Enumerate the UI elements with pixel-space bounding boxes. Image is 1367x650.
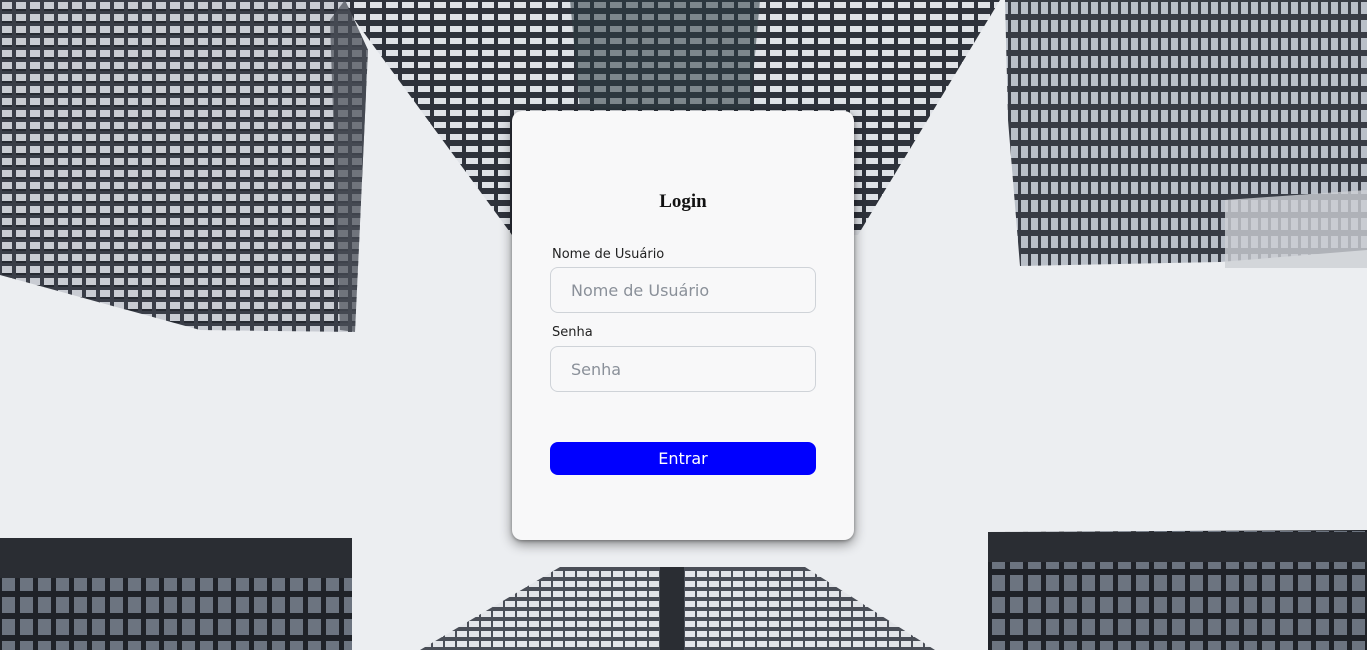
username-input[interactable]: [550, 267, 816, 313]
login-title: Login: [659, 191, 707, 212]
password-input[interactable]: [550, 346, 816, 392]
username-label: Nome de Usuário: [552, 247, 665, 262]
login-card: Login Nome de Usuário Senha Entrar: [512, 111, 854, 540]
login-submit-button[interactable]: Entrar: [550, 442, 816, 475]
password-label: Senha: [552, 325, 593, 340]
